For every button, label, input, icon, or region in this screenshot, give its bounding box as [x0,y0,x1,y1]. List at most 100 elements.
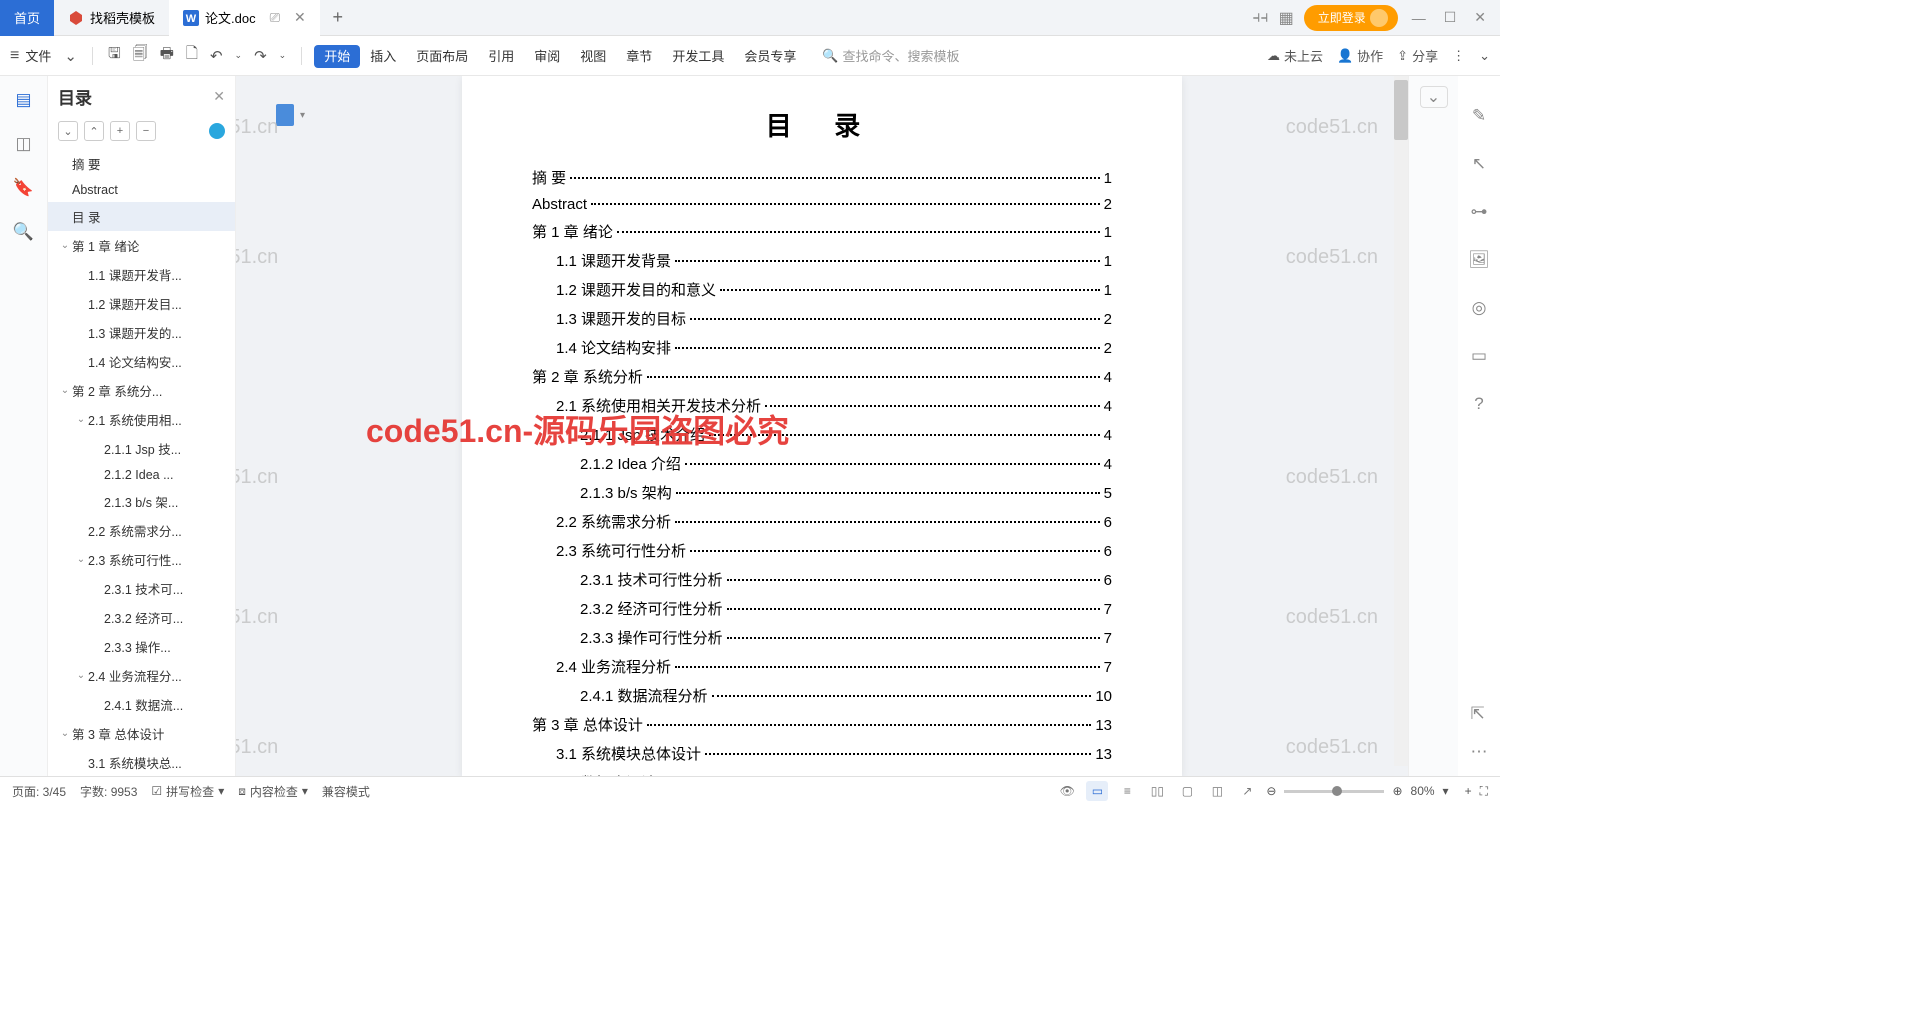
outline-item[interactable]: Abstract [48,178,235,202]
toc-entry[interactable]: 2.4.1 数据流程分析10 [532,685,1112,706]
cloud-status[interactable]: ☁未上云 [1267,46,1323,65]
menu-章节[interactable]: 章节 [616,45,662,68]
scrollbar-thumb[interactable] [1394,80,1408,140]
zoom-in-icon[interactable]: ⊕ [1392,784,1402,798]
toc-entry[interactable]: 2.1 系统使用相关开发技术分析4 [532,395,1112,416]
panel-toggle-icon[interactable]: ⌄ [1420,86,1448,108]
more-icon[interactable]: ⋮ [1452,48,1465,64]
toc-entry[interactable]: 1.2 课题开发目的和意义1 [532,279,1112,300]
remove-heading-icon[interactable]: − [136,121,156,141]
help-icon[interactable]: ? [1474,394,1483,414]
focus-mode-icon[interactable]: 👁 [1056,781,1078,801]
fullscreen-icon[interactable]: ⛶ [1480,784,1488,799]
share-button[interactable]: ⇪分享 [1397,46,1438,65]
read-view-icon[interactable]: ▢ [1176,781,1198,801]
toc-entry[interactable]: 2.1.1 Jsp 技术介绍4 [532,424,1112,445]
close-window-button[interactable]: ✕ [1470,9,1490,26]
menu-视图[interactable]: 视图 [570,45,616,68]
grid-view-icon[interactable]: ◫ [1206,781,1228,801]
select-icon[interactable]: ↖ [1472,154,1486,174]
toc-entry[interactable]: 2.1.2 Idea 介绍4 [532,453,1112,474]
outline-item[interactable]: 目 录 [48,202,235,231]
outline-item[interactable]: 2.3.1 技术可... [48,574,235,603]
print-icon[interactable]: 🖶 [157,43,177,68]
outline-item[interactable]: 1.3 课题开发的... [48,318,235,347]
save-as-icon[interactable]: 🗐 [130,43,151,68]
close-tab-icon[interactable]: ✕ [294,9,306,26]
toc-entry[interactable]: 1.3 课题开发的目标2 [532,308,1112,329]
collapse-all-icon[interactable]: ⌄ [58,121,78,141]
read-icon[interactable]: ▭ [1471,346,1487,366]
document-area[interactable]: ▾ 目 录 摘 要1Abstract2第 1 章 绪论11.1 课题开发背景11… [236,76,1408,776]
outline-item[interactable]: 1.2 课题开发目... [48,289,235,318]
outline-item[interactable]: ⌄第 1 章 绪论 [48,231,235,260]
outline-item[interactable]: ⌄第 2 章 系统分... [48,376,235,405]
layout-icon[interactable]: ⫞⫞ [1253,9,1269,27]
undo-icon[interactable]: ↶ [207,47,226,65]
target-icon[interactable]: ◎ [1472,298,1487,318]
collapse-ribbon-icon[interactable]: ⌄ [1479,48,1490,64]
toc-entry[interactable]: 1.1 课题开发背景1 [532,250,1112,271]
login-button[interactable]: 立即登录 [1304,5,1398,31]
outline-item[interactable]: 1.1 课题开发背... [48,260,235,289]
image-icon[interactable]: 🖼 [1468,250,1490,270]
toc-entry[interactable]: 3.1 系统模块总体设计13 [532,743,1112,764]
pin-icon[interactable]: ◫ [15,134,31,154]
toc-entry[interactable]: 2.3.3 操作可行性分析7 [532,627,1112,648]
add-heading-icon[interactable]: + [110,121,130,141]
outline-item[interactable]: ⌄第 3 章 总体设计 [48,719,235,748]
chevron-down-icon[interactable]: ⌄ [276,50,290,61]
page-view-icon[interactable]: ▭ [1086,781,1108,801]
outline-item[interactable]: ⌄2.3 系统可行性... [48,545,235,574]
outline-item[interactable]: 2.2 系统需求分... [48,516,235,545]
outline-item[interactable]: 摘 要 [48,149,235,178]
tab-templates[interactable]: 找稻壳模板 [54,0,169,36]
toc-entry[interactable]: 第 3 章 总体设计13 [532,714,1112,735]
search-icon[interactable]: 🔍 [13,222,34,242]
menu-插入[interactable]: 插入 [360,45,406,68]
bookmark-icon[interactable]: 🔖 [13,178,34,198]
save-icon[interactable]: 🖫 [105,43,124,68]
add-button-icon[interactable]: + [1465,784,1472,798]
compat-mode[interactable]: 兼容模式 [322,783,370,800]
collab-button[interactable]: 👤协作 [1337,46,1383,65]
toc-entry[interactable]: 摘 要1 [532,167,1112,188]
presentation-icon[interactable]: ⎚ [270,10,280,26]
web-view-icon[interactable]: ▯▯ [1146,781,1168,801]
apps-icon[interactable]: ▦ [1279,8,1294,28]
page-tab[interactable]: ▾ [276,104,305,126]
tab-document[interactable]: W 论文.doc ⎚ ✕ [169,0,320,36]
menu-开发工具[interactable]: 开发工具 [662,45,734,68]
menu-开始[interactable]: 开始 [314,45,360,68]
hamburger-icon[interactable]: ≡ [10,47,19,65]
word-count[interactable]: 字数: 9953 [80,783,137,800]
outline-icon[interactable]: ▤ [15,90,31,110]
outline-item[interactable]: 2.1.3 b/s 架... [48,487,235,516]
toc-entry[interactable]: 2.1.3 b/s 架构5 [532,482,1112,503]
spellcheck-button[interactable]: ☑拼写检查▾ [151,783,224,800]
chevron-down-icon[interactable]: ▾ [300,110,305,121]
outline-item[interactable]: 2.1.2 Idea ... [48,463,235,487]
outline-item[interactable]: 3.1 系统模块总... [48,748,235,776]
print-preview-icon[interactable]: 🗋 [183,43,201,68]
new-tab-button[interactable]: + [320,7,356,28]
file-menu[interactable]: 文件 [25,46,51,65]
outline-item[interactable]: ⌄2.4 业务流程分... [48,661,235,690]
toc-entry[interactable]: 2.3 系统可行性分析6 [532,540,1112,561]
toc-entry[interactable]: Abstract2 [532,196,1112,213]
zoom-level[interactable]: 80% [1411,784,1435,798]
outline-item[interactable]: ⌄2.1 系统使用相... [48,405,235,434]
redo-icon[interactable]: ↷ [251,47,270,65]
settings-icon[interactable]: ⊶ [1471,202,1488,222]
tab-home[interactable]: 首页 [0,0,54,36]
toc-entry[interactable]: 2.4 业务流程分析7 [532,656,1112,677]
menu-会员专享[interactable]: 会员专享 [734,45,806,68]
outline-item[interactable]: 2.1.1 Jsp 技... [48,434,235,463]
more-tools-icon[interactable]: ⋯ [1471,742,1488,762]
expand-all-icon[interactable]: ⌃ [84,121,104,141]
zoom-thumb[interactable] [1332,786,1342,796]
scrollbar-track[interactable] [1394,76,1408,766]
zoom-slider[interactable] [1284,790,1384,793]
toc-entry[interactable]: 1.4 论文结构安排2 [532,337,1112,358]
minimize-button[interactable]: — [1408,10,1430,26]
